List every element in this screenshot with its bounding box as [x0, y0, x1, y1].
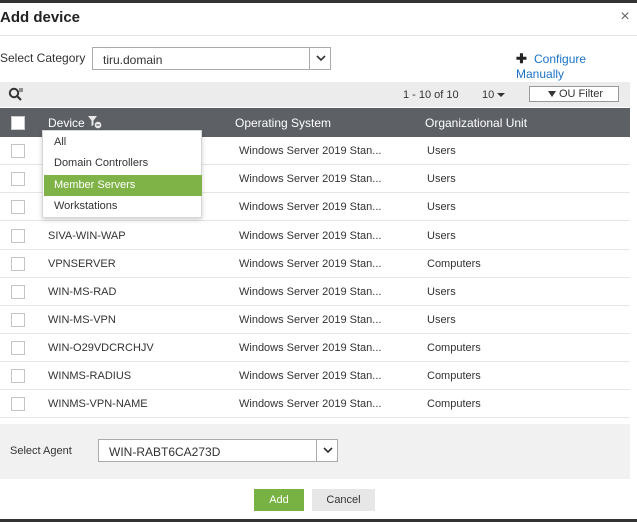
table-row[interactable]: WIN-MS-VPN Windows Server 2019 Stan... U… [0, 306, 630, 334]
organizational-unit: Users [427, 286, 456, 298]
plus-icon: ✚ [516, 51, 527, 66]
agent-selection-panel: Select Agent WIN-RABT6CA273D [0, 424, 630, 479]
table-row[interactable]: WIN-MS-RAD Windows Server 2019 Stan... U… [0, 278, 630, 306]
operating-system: Windows Server 2019 Stan... [239, 398, 382, 410]
ou-filter-label: OU Filter [559, 88, 603, 100]
operating-system: Windows Server 2019 Stan... [239, 173, 382, 185]
column-header-device[interactable]: Device [48, 116, 85, 130]
row-checkbox[interactable] [11, 200, 25, 214]
menu-item-all[interactable]: All [44, 132, 202, 153]
select-agent-label: Select Agent [10, 445, 72, 457]
select-category-label: Select Category [0, 51, 86, 65]
organizational-unit: Computers [427, 342, 481, 354]
operating-system: Windows Server 2019 Stan... [239, 230, 382, 242]
operating-system: Windows Server 2019 Stan... [239, 314, 382, 326]
chevron-down-icon[interactable] [309, 48, 331, 69]
menu-item-domain-controllers[interactable]: Domain Controllers [44, 153, 202, 174]
organizational-unit: Users [427, 230, 456, 242]
add-button[interactable]: Add [254, 489, 304, 511]
table-row[interactable]: WINMS-VPN-NAME Windows Server 2019 Stan.… [0, 390, 630, 418]
device-name: WIN-MS-VPN [48, 314, 116, 326]
title-divider [0, 35, 637, 36]
row-checkbox[interactable] [11, 172, 25, 186]
category-select[interactable]: tiru.domain [92, 47, 331, 70]
ou-filter-button[interactable]: OU Filter [529, 86, 619, 102]
device-filter-icon[interactable] [88, 116, 102, 129]
device-name: SIVA-WIN-WAP [48, 230, 126, 242]
menu-item-member-servers[interactable]: Member Servers [44, 175, 202, 196]
table-toolbar: 1 - 10 of 10 10 OU Filter [0, 82, 630, 107]
row-checkbox[interactable] [11, 369, 25, 383]
table-row[interactable]: WINMS-RADIUS Windows Server 2019 Stan...… [0, 362, 630, 390]
select-all-checkbox[interactable] [11, 116, 25, 130]
add-device-dialog: Add device × Select Category tiru.domain… [0, 0, 637, 522]
device-type-filter-menu: All Domain Controllers Member Servers Wo… [42, 130, 202, 218]
row-checkbox[interactable] [11, 257, 25, 271]
row-checkbox[interactable] [11, 341, 25, 355]
operating-system: Windows Server 2019 Stan... [239, 258, 382, 270]
filter-funnel-icon [548, 91, 556, 97]
column-header-ou[interactable]: Organizational Unit [425, 116, 527, 130]
row-checkbox[interactable] [11, 229, 25, 243]
operating-system: Windows Server 2019 Stan... [239, 201, 382, 213]
top-border [0, 0, 637, 3]
table-row[interactable]: SIVA-WIN-WAP Windows Server 2019 Stan...… [0, 222, 630, 250]
chevron-down-icon[interactable] [316, 440, 338, 461]
organizational-unit: Users [427, 145, 456, 157]
device-name: WINMS-RADIUS [48, 370, 132, 382]
operating-system: Windows Server 2019 Stan... [239, 286, 382, 298]
row-checkbox[interactable] [11, 397, 25, 411]
table-row[interactable]: VPNSERVER Windows Server 2019 Stan... Co… [0, 250, 630, 278]
organizational-unit: Users [427, 201, 456, 213]
column-header-os[interactable]: Operating System [235, 116, 331, 130]
organizational-unit: Computers [427, 370, 481, 382]
device-name: WINMS-VPN-NAME [48, 398, 148, 410]
organizational-unit: Computers [427, 258, 481, 270]
operating-system: Windows Server 2019 Stan... [239, 370, 382, 382]
agent-select-value: WIN-RABT6CA273D [109, 445, 221, 459]
operating-system: Windows Server 2019 Stan... [239, 145, 382, 157]
organizational-unit: Users [427, 173, 456, 185]
organizational-unit: Users [427, 314, 456, 326]
category-select-value: tiru.domain [103, 53, 163, 67]
search-icon[interactable] [8, 87, 24, 103]
organizational-unit: Computers [427, 398, 481, 410]
cancel-button[interactable]: Cancel [312, 489, 375, 511]
pagination-text: 1 - 10 of 10 [403, 89, 459, 101]
agent-select[interactable]: WIN-RABT6CA273D [98, 439, 338, 462]
row-checkbox[interactable] [11, 285, 25, 299]
caret-down-icon [497, 93, 506, 98]
row-checkbox[interactable] [11, 313, 25, 327]
table-row[interactable]: WIN-O29VDCRCHJV Windows Server 2019 Stan… [0, 334, 630, 362]
row-checkbox[interactable] [11, 144, 25, 158]
per-page-select[interactable]: 10 [482, 89, 506, 101]
close-icon[interactable]: × [618, 8, 632, 26]
menu-item-workstations[interactable]: Workstations [44, 196, 202, 217]
device-name: VPNSERVER [48, 258, 116, 270]
device-name: WIN-MS-RAD [48, 286, 117, 298]
dialog-title: Add device [0, 9, 81, 26]
configure-manually-link[interactable]: ✚ Configure Manually [516, 51, 637, 81]
per-page-value: 10 [482, 89, 495, 101]
device-name: WIN-O29VDCRCHJV [48, 342, 154, 354]
operating-system: Windows Server 2019 Stan... [239, 342, 382, 354]
